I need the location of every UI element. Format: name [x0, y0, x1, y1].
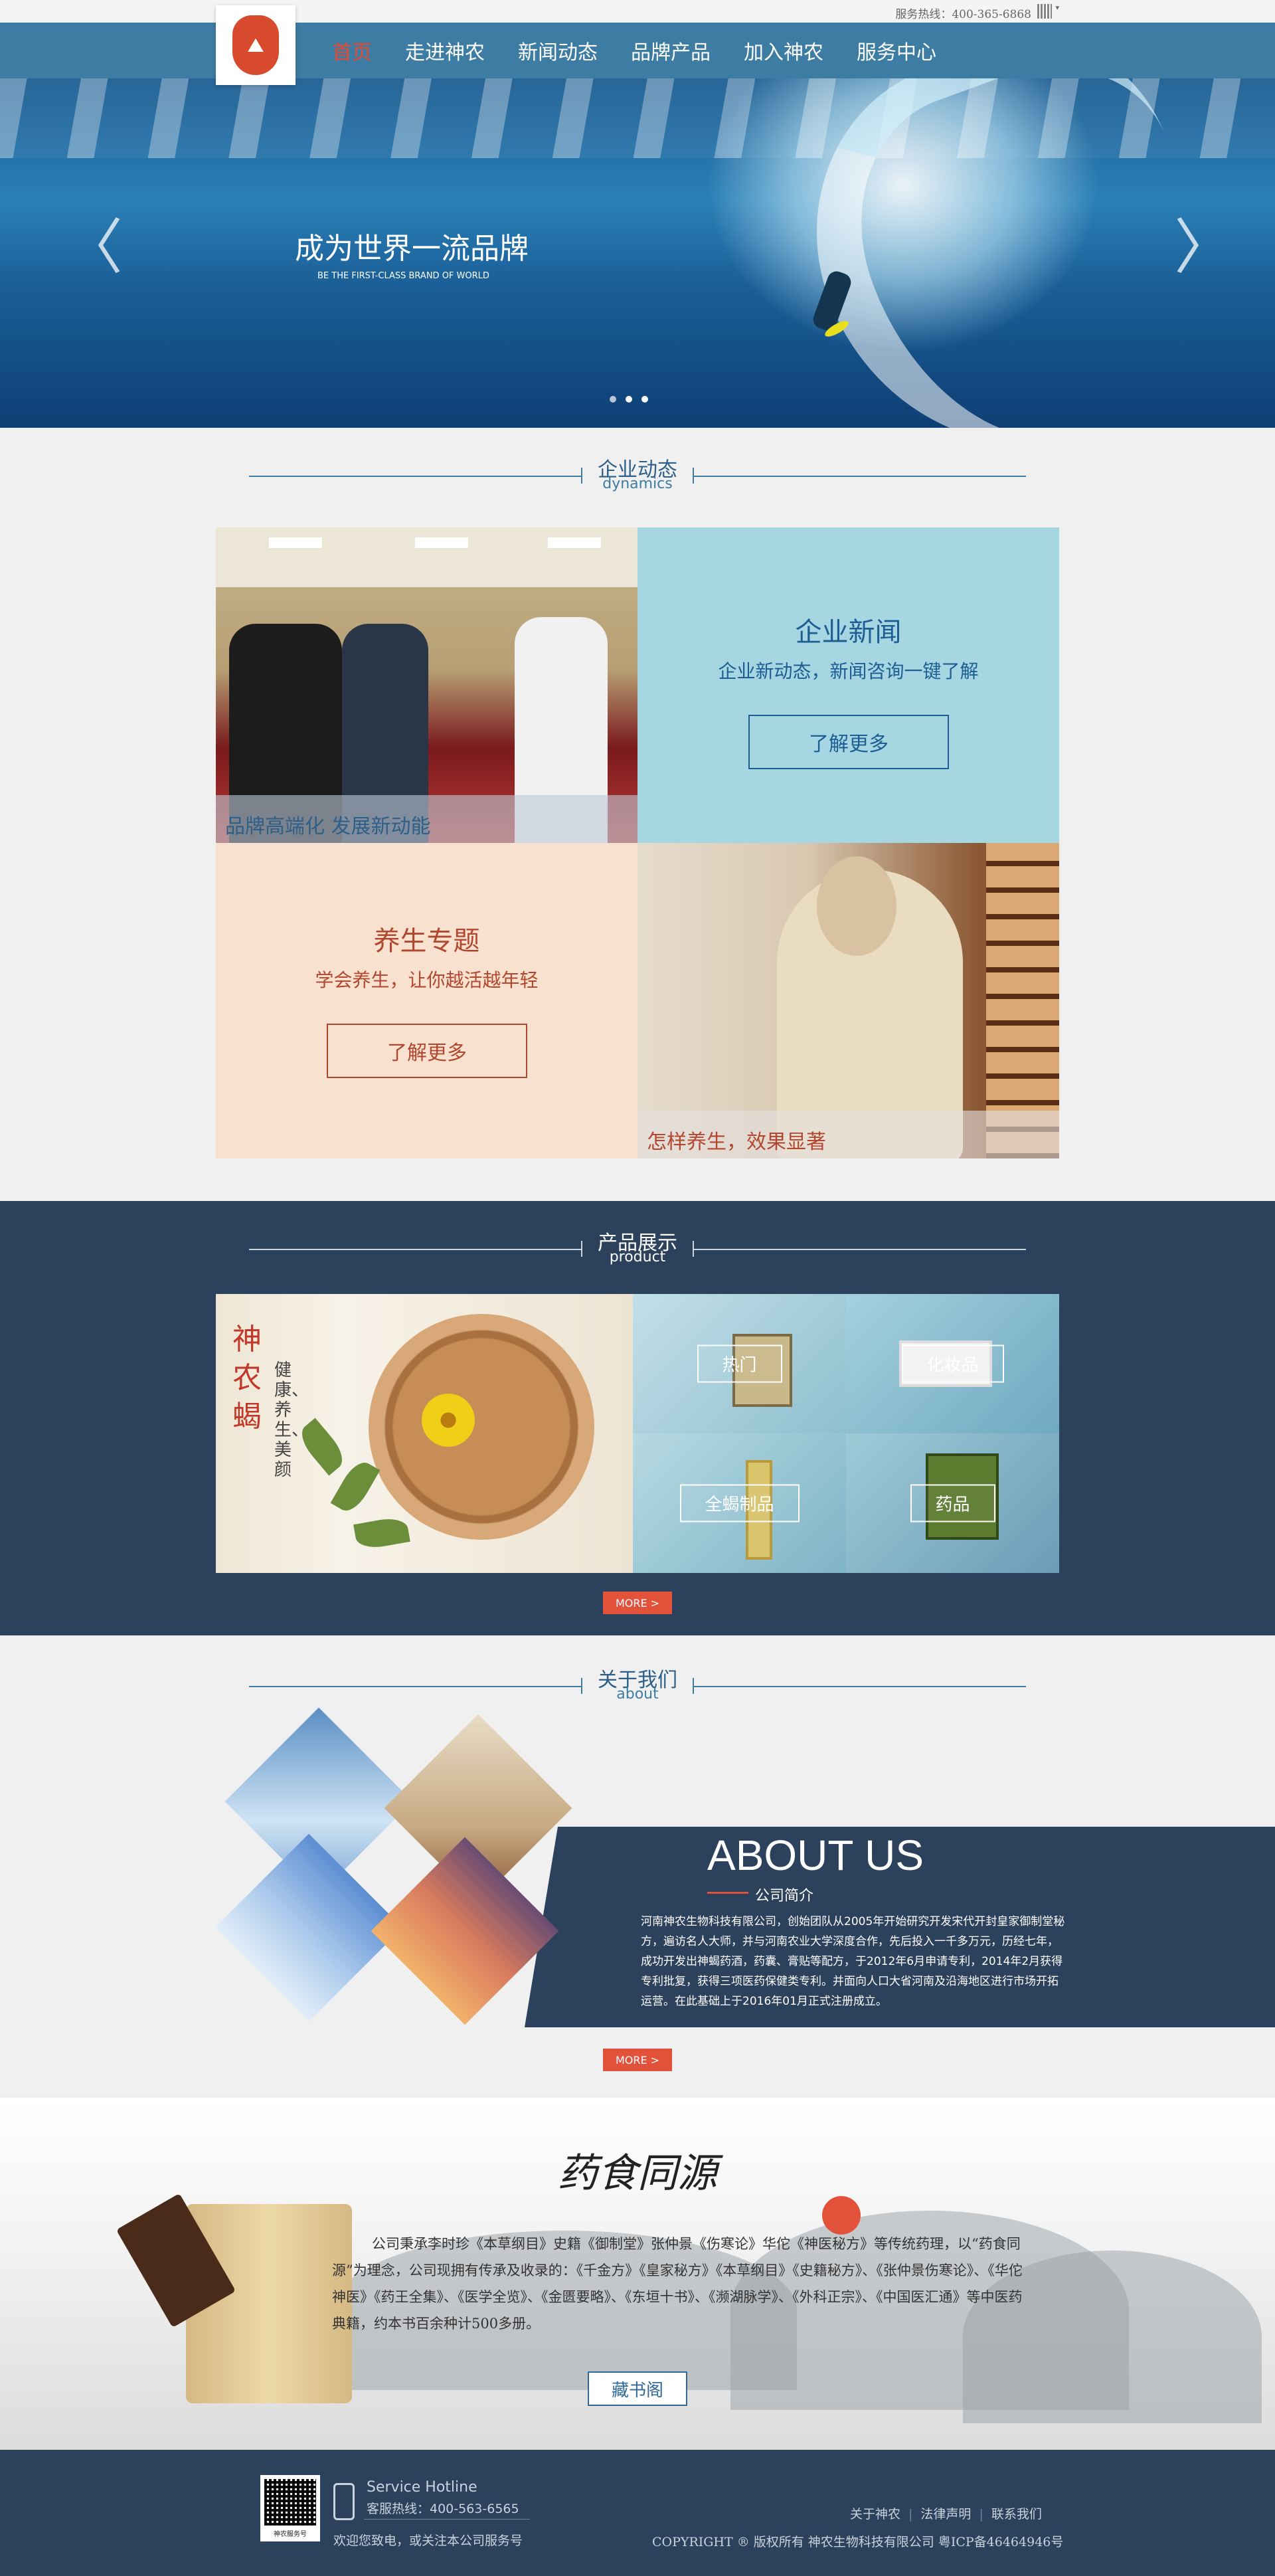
hotline-cn: 客服热线：400-563-6565	[367, 2502, 519, 2516]
health-card-title: 养生专题	[373, 926, 480, 957]
product-grid: 神农蝎 健康、养生、美颜 热门 化妆品 全蝎制品 药品	[216, 1294, 1059, 1573]
qr-icon	[264, 2479, 316, 2526]
plate-image	[369, 1314, 594, 1540]
products-section: 产品展示 product 神农蝎 健康、养生、美颜 热门 化妆品 全蝎制品 药品	[0, 1201, 1275, 1635]
product-tile-cosmetics[interactable]: 化妆品	[846, 1294, 1059, 1433]
phone-icon	[333, 2483, 355, 2520]
health-card-subtitle: 学会养生，让你越活越年轻	[315, 969, 539, 991]
news-card-subtitle: 企业新动态，新闻咨询一键了解	[718, 660, 979, 682]
nav-home[interactable]: 首页	[332, 36, 372, 65]
footer-link-about[interactable]: 关于神农	[850, 2507, 900, 2522]
logo-seal-icon: ⛰	[232, 15, 279, 75]
library-button[interactable]: 藏书阁	[588, 2371, 687, 2406]
library-banner: 药食同源 公司秉承李时珍《本草纲目》史籍《御制堂》张仲景《伤寒论》华佗《神医秘方…	[0, 2098, 1275, 2450]
library-title: 药食同源	[558, 2150, 717, 2197]
about-section: 关于我们 about ABOUT US 公司简介 河南神农生物科技有限公司，创始…	[0, 1635, 1275, 2100]
nav-products[interactable]: 品牌产品	[631, 36, 711, 65]
arrow-right-icon[interactable]: 〉	[1174, 218, 1234, 278]
main-nav: 首页 走进神农 新闻动态 品牌产品 加入神农 服务中心	[332, 23, 970, 78]
section-title-en: dynamics	[602, 476, 673, 492]
about-more-button[interactable]: MORE >	[603, 2049, 672, 2071]
carousel-dot-1[interactable]	[610, 396, 616, 403]
carousel-dot-2[interactable]	[626, 396, 632, 403]
news-card: 企业新闻 企业新动态，新闻咨询一键了解 了解更多	[638, 527, 1059, 843]
footer-link-legal[interactable]: 法律声明	[920, 2507, 971, 2522]
product-feature-subtitle: 健康、养生、美颜	[274, 1360, 309, 1480]
about-caption: 公司简介	[755, 1888, 814, 1904]
about-body: 河南神农生物科技有限公司，创始团队从2005年开始研究开发宋代开封皇家御制堂秘方…	[641, 1915, 1065, 2008]
health-more-button[interactable]: 了解更多	[327, 1024, 527, 1078]
health-card: 养生专题 学会养生，让你越活越年轻 了解更多	[216, 843, 638, 1158]
product-tag-medicine[interactable]: 药品	[910, 1484, 995, 1522]
news-photo-caption: 品牌高端化 发展新动能	[216, 795, 638, 843]
product-feature-scorpion[interactable]: 神农蝎 健康、养生、美颜	[216, 1294, 633, 1573]
products-more-button[interactable]: MORE >	[603, 1592, 672, 1614]
news-photo-meeting[interactable]: 品牌高端化 发展新动能	[216, 527, 638, 843]
product-feature-title: 神农蝎	[232, 1323, 262, 1433]
qr-code: 神农服务号	[260, 2475, 320, 2541]
navbar: ⛰ 首页 走进神农 新闻动态 品牌产品 加入神农 服务中心	[0, 5, 1275, 85]
news-more-button[interactable]: 了解更多	[748, 715, 949, 769]
product-tag-scorpion[interactable]: 全蝎制品	[679, 1484, 800, 1522]
footer-link-contact[interactable]: 联系我们	[991, 2507, 1042, 2522]
arrow-left-icon[interactable]: 〈	[63, 218, 123, 278]
product-tag-hot[interactable]: 热门	[697, 1344, 782, 1383]
carousel-dots	[610, 396, 648, 403]
about-band: ABOUT US 公司简介 河南神农生物科技有限公司，创始团队从2005年开始研…	[525, 1827, 1275, 2027]
hero-banner: 成为世界一流品牌 BE THE FIRST-CLASS BRAND OF WOR…	[0, 78, 1275, 428]
hero-subtitle: BE THE FIRST-CLASS BRAND OF WORLD	[317, 271, 489, 281]
nav-join[interactable]: 加入神农	[744, 36, 823, 65]
qr-caption: 神农服务号	[274, 2531, 307, 2538]
top-bar: 服务热线：400-365-6868 ▾	[0, 0, 1275, 23]
news-grid: 品牌高端化 发展新动能 企业新闻 企业新动态，新闻咨询一键了解 了解更多 养生专…	[216, 527, 1059, 1158]
product-tile-medicine[interactable]: 药品	[846, 1433, 1059, 1573]
section-title-dynamics: 企业动态 dynamics	[0, 428, 1275, 492]
health-photo-caption: 怎样养生，效果显著	[638, 1111, 1059, 1158]
copyright: COPYRIGHT ® 版权所有 神农生物科技有限公司 粤ICP备4646494…	[652, 2535, 1064, 2549]
hotline-en: Service Hotline	[367, 2479, 477, 2496]
product-tile-scorpion[interactable]: 全蝎制品	[633, 1433, 846, 1573]
section-title-en: about	[616, 1686, 659, 1702]
caret-down-icon[interactable]: ▾	[1055, 3, 1059, 12]
about-heading: ABOUT US	[707, 1831, 924, 1879]
library-text: 公司秉承李时珍《本草纲目》史籍《御制堂》张仲景《伤寒论》华佗《神医秘方》等传统药…	[332, 2236, 1023, 2332]
hero-title: 成为世界一流品牌	[295, 232, 529, 266]
logo[interactable]: ⛰	[216, 5, 296, 85]
news-card-title: 企业新闻	[795, 617, 902, 648]
welcome-text: 欢迎您致电，或关注本公司服务号	[333, 2533, 523, 2548]
product-tag-cosmetics[interactable]: 化妆品	[901, 1344, 1004, 1383]
sun-image	[822, 2196, 861, 2235]
section-title-about: 关于我们 about	[0, 1635, 1275, 1702]
product-tile-hot[interactable]: 热门	[633, 1294, 846, 1433]
dynamics-section: 企业动态 dynamics 品牌高端化 发展新动能 企业新闻 企业新动态，新闻咨…	[0, 428, 1275, 1207]
nav-about[interactable]: 走进神农	[405, 36, 485, 65]
footer-links: 关于神农 | 法律声明 | 联系我们	[850, 2507, 1042, 2522]
section-title-product: 产品展示 product	[0, 1201, 1275, 1265]
section-title-en: product	[609, 1249, 666, 1265]
qr-icon[interactable]	[1037, 4, 1052, 19]
hotline-text: 服务热线：400-365-6868	[895, 8, 1031, 21]
footer: 神农服务号 Service Hotline 客服热线：400-563-6565 …	[0, 2450, 1275, 2576]
nav-news[interactable]: 新闻动态	[518, 36, 598, 65]
health-photo-elder[interactable]: 怎样养生，效果显著	[638, 843, 1059, 1158]
nav-service[interactable]: 服务中心	[857, 36, 936, 65]
carousel-dot-3[interactable]	[641, 396, 648, 403]
